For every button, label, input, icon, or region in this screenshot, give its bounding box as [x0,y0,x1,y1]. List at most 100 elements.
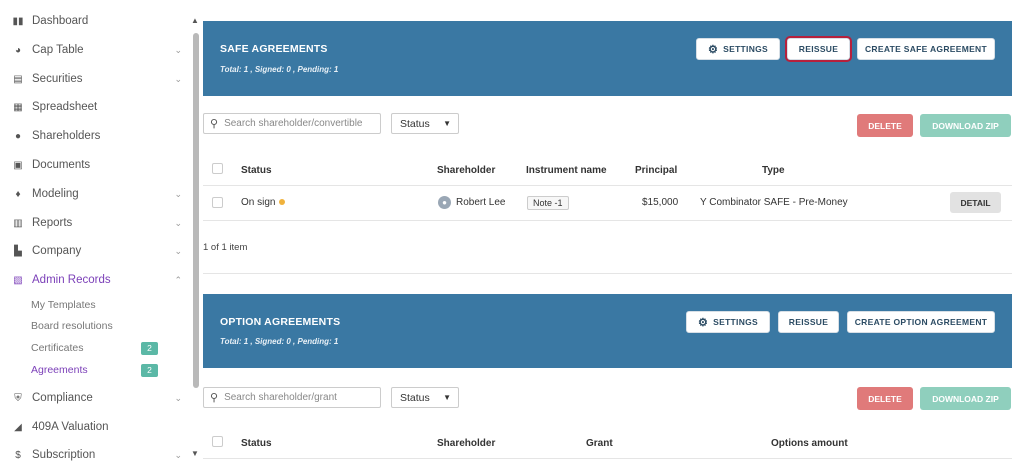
safe-delete-button[interactable]: DELETE [857,114,913,137]
lightbulb-icon: ♦ [15,188,21,200]
sidebar-subitem-label: My Templates [31,299,96,311]
button-label: CREATE OPTION AGREEMENT [854,317,988,327]
chevron-down-icon[interactable]: ⌄ [174,450,182,461]
sidebar-scrollbar-thumb[interactable] [193,33,199,388]
sidebar: ▮▮ Dashboard ◕ Cap Table ⌄ ▤ Securities … [0,0,190,475]
building-icon: ▙ [14,245,22,257]
caret-down-icon: ▼ [443,393,451,402]
safe-reissue-button[interactable]: REISSUE [785,36,852,62]
select-all-checkbox[interactable] [212,163,223,174]
safe-download-zip-button[interactable]: DOWNLOAD ZIP [920,114,1011,137]
chevron-down-icon[interactable]: ⌄ [174,45,182,56]
sidebar-subitem-board-resolutions[interactable]: Board resolutions [31,316,176,336]
sidebar-subitem-label: Agreements [31,364,88,376]
sidebar-subitem-agreements[interactable]: Agreements 2 [31,360,176,380]
sidebar-item-label: Modeling [32,188,79,200]
sidebar-subitem-my-templates[interactable]: My Templates [31,295,176,315]
search-icon: ⚲ [210,392,219,404]
sidebar-item-label: Spreadsheet [32,101,98,113]
sidebar-item-dashboard[interactable]: ▮▮ Dashboard [0,8,190,34]
chevron-up-icon[interactable]: ⌃ [174,275,182,286]
column-header-principal[interactable]: Principal [635,165,677,176]
sidebar-item-reports[interactable]: ▥ Reports ⌄ [0,210,190,236]
sidebar-item-label: Cap Table [32,44,84,56]
count-badge: 2 [141,363,158,377]
table-divider [203,458,1012,459]
sidebar-item-label: Dashboard [32,15,89,27]
create-option-agreement-button[interactable]: CREATE OPTION AGREEMENT [847,311,995,333]
scroll-up-arrow-icon[interactable]: ▲ [191,16,199,25]
dashboard-icon: ▮▮ [12,15,24,27]
select-value: Status [400,117,430,130]
sidebar-item-label: Compliance [32,392,93,404]
sidebar-subitem-label: Board resolutions [31,320,113,332]
option-download-zip-button[interactable]: DOWNLOAD ZIP [920,387,1011,410]
safe-settings-button[interactable]: ⚙ SETTINGS [696,38,780,60]
chart-icon: ◢ [14,421,22,433]
dollar-icon: $ [15,449,21,461]
sidebar-item-modeling[interactable]: ♦ Modeling ⌄ [0,181,190,207]
sidebar-item-label: Securities [32,73,83,85]
avatar: ● [438,196,451,209]
option-agreements-title: OPTION AGREEMENTS [220,316,341,328]
column-header-instrument-name[interactable]: Instrument name [526,165,607,176]
column-header-options-amount[interactable]: Options amount [771,438,848,449]
button-label: DOWNLOAD ZIP [932,393,999,404]
column-header-type[interactable]: Type [762,165,785,176]
button-label: CREATE SAFE AGREEMENT [864,44,987,54]
select-all-checkbox[interactable] [212,436,223,447]
sidebar-item-compliance[interactable]: ⛨ Compliance ⌄ [0,385,190,411]
option-search-input[interactable]: ⚲ Search shareholder/grant [203,387,381,408]
chevron-down-icon[interactable]: ⌄ [174,189,182,200]
pending-dot-icon [279,199,286,206]
sidebar-item-company[interactable]: ▙ Company ⌄ [0,238,190,264]
safe-status-select[interactable]: Status ▼ [391,113,459,134]
table-divider [203,185,1012,186]
column-header-status[interactable]: Status [241,165,272,176]
option-agreements-summary: Total: 1 , Signed: 0 , Pending: 1 [220,337,339,346]
option-settings-button[interactable]: ⚙ SETTINGS [686,311,770,333]
option-delete-button[interactable]: DELETE [857,387,913,410]
sidebar-item-spreadsheet[interactable]: ▦ Spreadsheet [0,94,190,120]
column-header-grant[interactable]: Grant [586,438,613,449]
sidebar-subitem-certificates[interactable]: Certificates 2 [31,338,176,358]
column-header-shareholder[interactable]: Shareholder [437,438,495,449]
status-cell: On sign [241,197,286,208]
button-label: REISSUE [788,317,829,327]
button-label: DOWNLOAD ZIP [932,120,999,131]
chevron-down-icon[interactable]: ⌄ [174,393,182,404]
column-header-shareholder[interactable]: Shareholder [437,165,495,176]
sidebar-item-subscription[interactable]: $ Subscription ⌄ [0,442,190,468]
pagination-summary: 1 of 1 item [203,242,248,253]
chevron-down-icon[interactable]: ⌄ [174,218,182,229]
sidebar-subitem-label: Certificates [31,342,84,354]
column-header-status[interactable]: Status [241,438,272,449]
principal-cell: $15,000 [642,197,679,208]
button-label: SETTINGS [713,317,759,327]
chevron-down-icon[interactable]: ⌄ [174,246,182,257]
sidebar-item-cap-table[interactable]: ◕ Cap Table ⌄ [0,37,190,63]
scroll-down-arrow-icon[interactable]: ▼ [191,449,199,458]
safe-search-input[interactable]: ⚲ Search shareholder/convertible [203,113,381,134]
sidebar-item-label: Admin Records [32,274,111,286]
option-status-select[interactable]: Status ▼ [391,387,459,408]
detail-button[interactable]: DETAIL [950,192,1001,213]
row-checkbox[interactable] [212,197,223,208]
chevron-down-icon[interactable]: ⌄ [174,74,182,85]
option-reissue-button[interactable]: REISSUE [778,311,839,333]
count-badge: 2 [141,341,158,355]
sidebar-item-documents[interactable]: ▣ Documents [0,152,190,178]
type-cell: Y Combinator SAFE - Pre-Money [700,197,848,208]
button-label: DELETE [868,393,902,404]
sidebar-item-securities[interactable]: ▤ Securities ⌄ [0,66,190,92]
sidebar-item-label: Shareholders [32,130,101,142]
search-placeholder: Search shareholder/convertible [224,118,363,129]
sidebar-item-label: Documents [32,159,91,171]
shareholder-cell[interactable]: Robert Lee [456,197,505,208]
safe-agreements-title: SAFE AGREEMENTS [220,43,328,55]
create-safe-agreement-button[interactable]: CREATE SAFE AGREEMENT [857,38,995,60]
sidebar-item-shareholders[interactable]: ● Shareholders [0,123,190,149]
shield-icon: ⛨ [14,392,22,404]
sidebar-item-admin-records[interactable]: ▧ Admin Records ⌃ [0,267,190,293]
sidebar-item-409a-valuation[interactable]: ◢ 409A Valuation [0,414,190,440]
